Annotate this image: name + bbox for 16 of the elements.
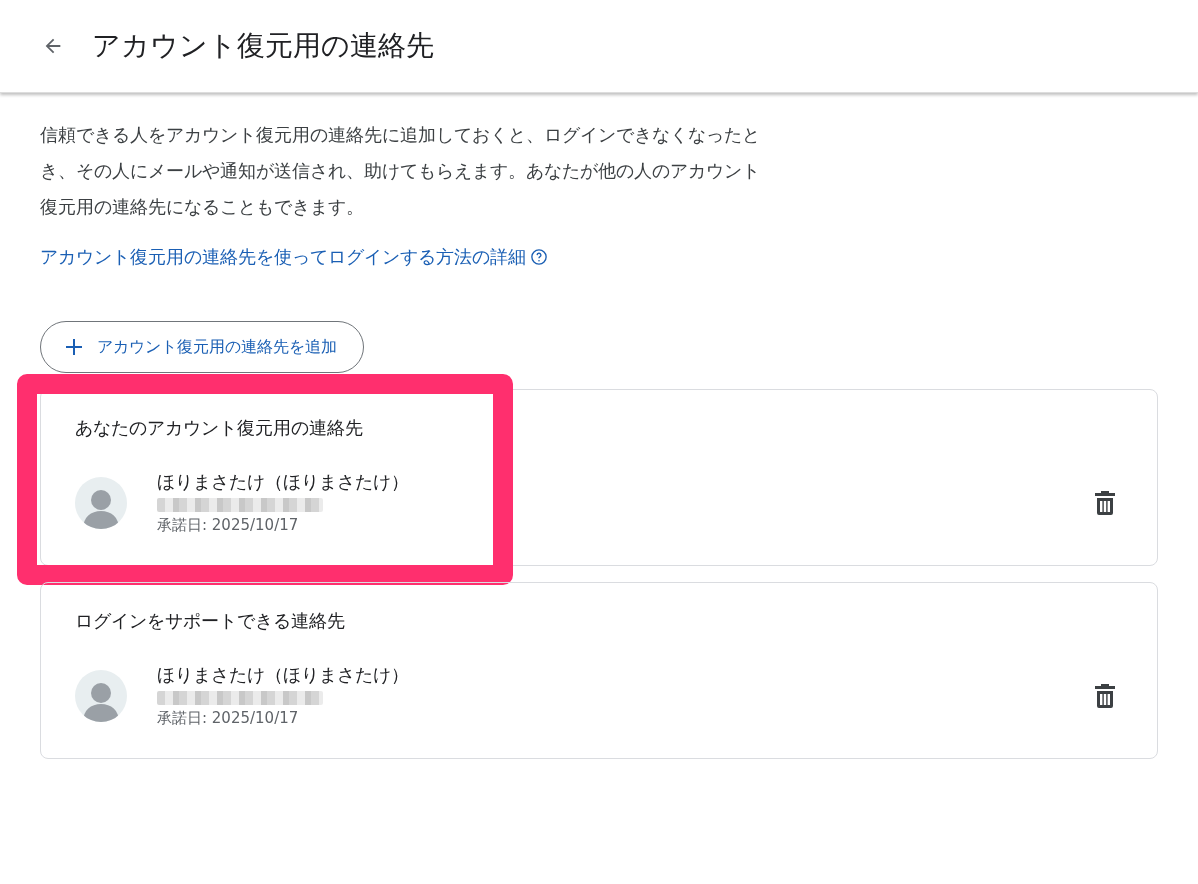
page-title: アカウント復元用の連絡先 [92, 28, 434, 64]
description-text: 信頼できる人をアカウント復元用の連絡先に追加しておくと、ログインできなくなったとき、その人にメールや通知が送信され、助けてもらえます。あなたが他の人のアカウント復元用の連絡先になることもできます。 [40, 123, 761, 219]
section-title: あなたのアカウント復元用の連絡先 [75, 416, 364, 440]
avatar [75, 669, 127, 722]
help-icon[interactable] [530, 248, 548, 266]
avatar [75, 476, 127, 529]
trash-icon [1093, 682, 1117, 709]
add-contact-button[interactable]: アカウント復元用の連絡先を追加 [40, 321, 364, 373]
contact-name: ほりまさたけ（ほりまさたけ） [157, 470, 410, 494]
learn-more-link[interactable]: アカウント復元用の連絡先を使ってログインする方法の詳細 [40, 245, 526, 269]
accepted-date: 承諾日: 2025/10/17 [157, 709, 300, 728]
trash-icon [1093, 489, 1117, 516]
section-title: ログインをサポートできる連絡先 [75, 609, 346, 633]
plus-icon [65, 338, 83, 356]
accepted-date: 承諾日: 2025/10/17 [157, 516, 300, 535]
contact-name: ほりまさたけ（ほりまさたけ） [157, 663, 410, 687]
